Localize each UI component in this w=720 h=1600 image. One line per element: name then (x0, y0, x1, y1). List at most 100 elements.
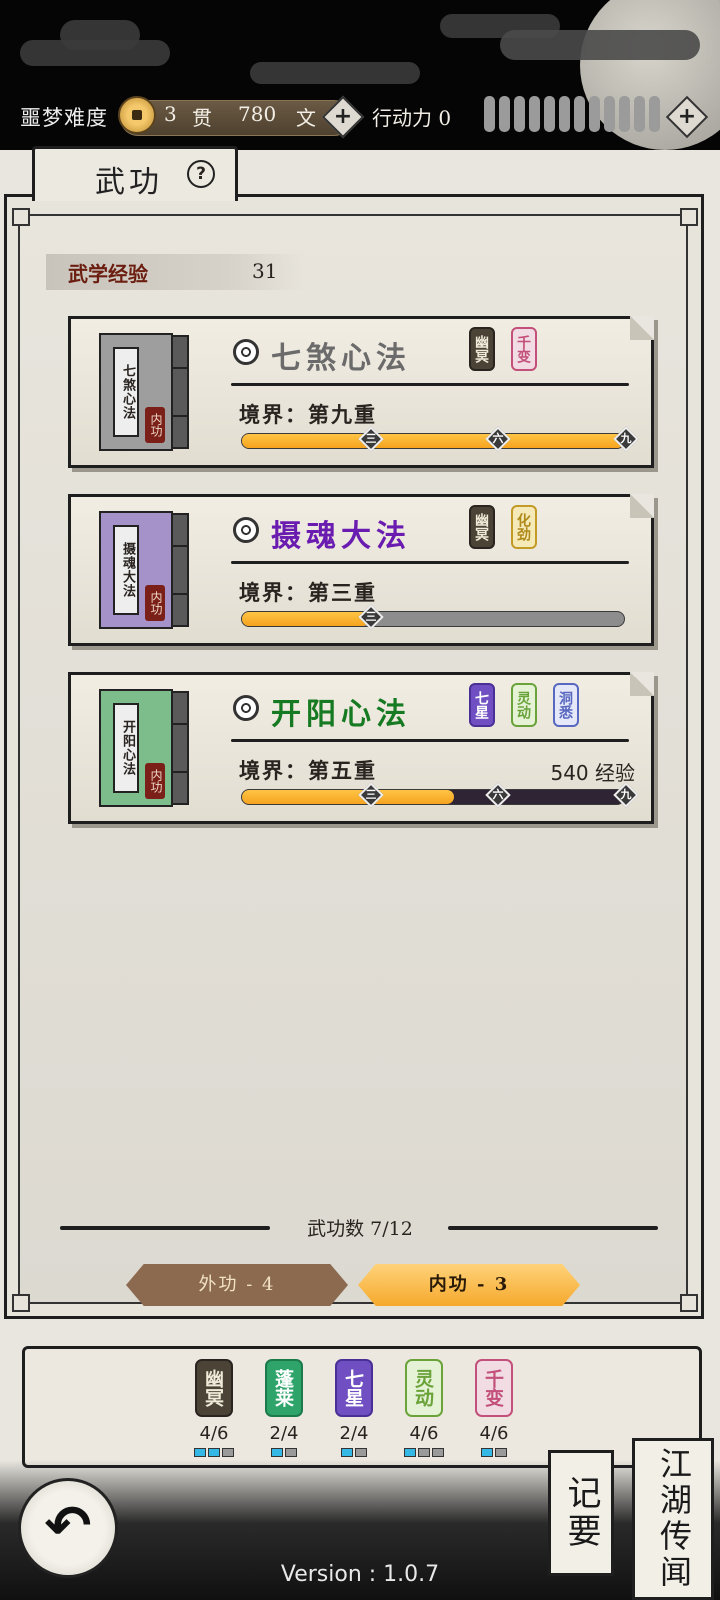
set-progress-pips (401, 1448, 447, 1457)
set-pip (432, 1448, 444, 1457)
card-divider (231, 383, 629, 386)
skill-book-icon: 开阳心法 内功 (99, 689, 191, 807)
page-fold (630, 316, 654, 340)
skill-realm: 境界：第五重 (239, 758, 377, 783)
guan-unit: 贯 (192, 106, 212, 130)
set-bonus-item[interactable]: 幽冥 4/6 (191, 1359, 237, 1457)
resource-row: 噩梦难度 3 贯 780 文 + 行动力 0 + (0, 95, 720, 140)
realm-marker: 三 (358, 426, 384, 452)
set-progress-pips (331, 1448, 377, 1457)
divider-line (448, 1226, 658, 1230)
action-point-pip (649, 96, 660, 132)
set-pip (404, 1448, 416, 1457)
set-bonus-item[interactable]: 千变 4/6 (471, 1359, 517, 1457)
action-points-label: 行动力 0 (372, 106, 452, 130)
skill-name: 摄魂大法 (271, 519, 411, 554)
cloud-decoration (60, 20, 140, 50)
set-progress-pips (191, 1448, 237, 1457)
skill-progress-fill (242, 790, 454, 804)
set-bonus-item[interactable]: 蓬莱 2/4 (261, 1359, 307, 1457)
page-fold (630, 672, 654, 696)
book-pages (171, 691, 189, 805)
set-pip (194, 1448, 206, 1457)
tab-title: 武功 (95, 165, 163, 200)
skill-realm: 境界：第九重 (239, 402, 377, 427)
martial-exp-value: 31 (252, 259, 278, 283)
back-arrow-icon: ↶ (44, 1494, 92, 1559)
set-pip (418, 1448, 430, 1457)
realm-marker-label: 六 (492, 432, 504, 445)
skill-card[interactable]: 七煞心法 内功 七煞心法 幽冥 千变 境界：第九重三六九 (68, 316, 654, 468)
book-seal: 内功 (145, 763, 165, 799)
skill-tag: 灵动 (511, 683, 537, 727)
skill-tag: 洞悉 (553, 683, 579, 727)
set-pip (355, 1448, 367, 1457)
tab-external-skills[interactable]: 外功 - 4 (126, 1264, 348, 1306)
book-title: 摄魂大法 (113, 525, 139, 615)
set-pip (222, 1448, 234, 1457)
action-point-pip (544, 96, 555, 132)
realm-marker-label: 三 (365, 610, 377, 623)
guan-amount: 3 (164, 102, 177, 126)
skill-name: 七煞心法 (271, 341, 411, 376)
internal-skill-icon (233, 517, 259, 543)
skill-progress-bar: 三 (241, 604, 625, 630)
book-title: 七煞心法 (113, 347, 139, 437)
set-bonus-item[interactable]: 灵动 4/6 (401, 1359, 447, 1457)
set-badge: 七星 (335, 1359, 373, 1417)
set-badge: 千变 (475, 1359, 513, 1417)
action-points-bar (484, 96, 674, 136)
book-seal: 内功 (145, 407, 165, 443)
tab-internal-skills[interactable]: 内功 - 3 (358, 1264, 580, 1306)
realm-marker: 三 (358, 782, 384, 808)
skill-exp-needed: 540 经验 (550, 761, 635, 785)
wen-unit: 文 (296, 106, 316, 130)
skill-book-icon: 摄魂大法 内功 (99, 511, 191, 629)
skill-tag: 七星 (469, 683, 495, 727)
realm-marker-label: 九 (620, 432, 632, 445)
divider-line (60, 1226, 270, 1230)
set-pip (341, 1448, 353, 1457)
martial-arts-tab[interactable]: 武功 ? (32, 146, 238, 201)
set-bonus-item[interactable]: 七星 2/4 (331, 1359, 377, 1457)
skill-realm: 境界：第三重 (239, 580, 377, 605)
realm-marker: 六 (485, 426, 512, 452)
action-point-pip (484, 96, 495, 132)
frame-corner (680, 1294, 698, 1312)
skill-progress-fill (242, 612, 370, 626)
card-divider (231, 739, 629, 742)
skill-tag: 幽冥 (469, 327, 495, 371)
frame-corner (680, 208, 698, 226)
action-point-pip (619, 96, 630, 132)
frame-corner (12, 1294, 30, 1312)
card-divider (231, 561, 629, 564)
skill-tag: 千变 (511, 327, 537, 371)
martial-exp-label: 武学经验 (68, 262, 148, 286)
difficulty-label: 噩梦难度 (20, 106, 108, 130)
skill-count: 武功数 7/12 (307, 1218, 413, 1240)
realm-marker: 六 (485, 782, 512, 808)
internal-skill-icon (233, 695, 259, 721)
skill-tag: 化劲 (511, 505, 537, 549)
set-badge: 幽冥 (195, 1359, 233, 1417)
set-count: 2/4 (339, 1423, 369, 1444)
realm-marker: 九 (613, 426, 639, 452)
frame-corner (12, 208, 30, 226)
action-point-pip (589, 96, 600, 132)
skill-card[interactable]: 摄魂大法 内功 摄魂大法 幽冥 化劲 境界：第三重三 (68, 494, 654, 646)
help-icon[interactable]: ? (187, 160, 215, 188)
skill-card[interactable]: 开阳心法 内功 开阳心法 七星 灵动 洞悉 境界：第五重 540 经验三六九 (68, 672, 654, 824)
skill-progress-bar: 三六九 (241, 426, 639, 452)
skill-progress-fill (242, 434, 624, 448)
set-pip (271, 1448, 283, 1457)
skill-tag: 幽冥 (469, 505, 495, 549)
internal-skill-icon (233, 339, 259, 365)
skill-progress-bar: 三六九 (241, 782, 639, 808)
coin-icon (118, 96, 156, 134)
wen-amount: 780 (238, 102, 277, 126)
action-point-pip (559, 96, 570, 132)
set-progress-pips (471, 1448, 517, 1457)
action-point-pip (634, 96, 645, 132)
action-point-pip (514, 96, 525, 132)
notes-button[interactable]: 记要 (548, 1450, 614, 1576)
